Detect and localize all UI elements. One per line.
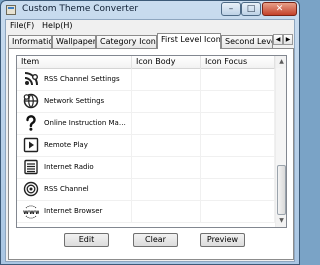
tab-first-level-icons[interactable]: First Level Icons (157, 33, 221, 49)
cell-icon-body[interactable] (132, 113, 201, 135)
cell-icon-body[interactable] (132, 69, 201, 91)
tab-category-icons[interactable]: Category Icons (96, 35, 157, 48)
cell-icon-body[interactable] (132, 201, 201, 223)
cell-icon-body[interactable] (132, 157, 201, 179)
cell-item: RSS Channel Settings (17, 69, 132, 91)
client-area: File(F) Help(H) Information Wallpaper Ca… (5, 19, 295, 262)
cell-icon-focus[interactable] (201, 179, 275, 201)
cell-icon-focus[interactable] (201, 201, 275, 223)
list-item[interactable]: www Internet Browser (17, 201, 275, 223)
cell-icon-body[interactable] (132, 135, 201, 157)
svg-text:www: www (23, 208, 39, 216)
cell-item: RSS Channel (17, 179, 132, 201)
list-item-label: RSS Channel Settings (44, 75, 120, 83)
cell-icon-focus[interactable] (201, 69, 275, 91)
vertical-scrollbar[interactable]: ▲ ▼ (275, 56, 286, 227)
list-item-label: Network Settings (44, 97, 105, 105)
scroll-thumb[interactable] (277, 165, 286, 215)
title-bar[interactable]: Custom Theme Converter – □ ✕ (1, 1, 299, 19)
list-item-label: Remote Play (44, 141, 88, 149)
menu-help[interactable]: Help(H) (42, 21, 73, 30)
app-window: Custom Theme Converter – □ ✕ File(F) Hel… (0, 0, 300, 265)
menu-file[interactable]: File(F) (10, 21, 34, 30)
cell-icon-focus[interactable] (201, 135, 275, 157)
close-button[interactable]: ✕ (262, 2, 297, 16)
internet-browser-icon: www (23, 205, 39, 219)
remote-play-icon (23, 137, 39, 153)
list-header: Item Icon Body Icon Focus (17, 56, 275, 69)
tab-scroll-right-button[interactable]: ▶ (283, 34, 293, 45)
list-item-label: Internet Browser (44, 207, 103, 215)
tab-strip: Information Wallpaper Category Icons Fir… (8, 33, 294, 49)
list-item[interactable]: Internet Radio (17, 157, 275, 179)
column-header-icon-focus[interactable]: Icon Focus (201, 56, 275, 69)
cell-icon-body[interactable] (132, 91, 201, 113)
edit-button[interactable]: Edit (64, 233, 109, 247)
scroll-down-button[interactable]: ▼ (276, 215, 286, 227)
list-item-label: Internet Radio (44, 163, 94, 171)
tab-second-level-icons[interactable]: Second Level Ic (221, 35, 273, 48)
list-item[interactable]: Network Settings (17, 91, 275, 113)
rss-channel-icon (23, 181, 39, 197)
tab-scroll-left-button[interactable]: ◀ (273, 34, 283, 45)
internet-radio-icon (24, 159, 38, 175)
cell-item: www Internet Browser (17, 201, 132, 223)
rss-settings-icon (24, 72, 38, 86)
list-item[interactable]: Remote Play (17, 135, 275, 157)
cell-icon-focus[interactable] (201, 91, 275, 113)
app-icon (6, 5, 16, 15)
tab-panel-first-level-icons: Item Icon Body Icon Focus RSS Channel Se… (8, 48, 294, 260)
tab-information[interactable]: Information (8, 35, 52, 48)
column-header-item[interactable]: Item (17, 56, 132, 69)
menu-bar: File(F) Help(H) (6, 20, 294, 33)
icon-list[interactable]: Item Icon Body Icon Focus RSS Channel Se… (16, 55, 287, 228)
list-item[interactable]: Online Instruction Manu... (17, 113, 275, 135)
cell-icon-body[interactable] (132, 179, 201, 201)
window-title: Custom Theme Converter (22, 4, 139, 14)
cell-item: Network Settings (17, 91, 132, 113)
column-header-icon-body[interactable]: Icon Body (132, 56, 201, 69)
minimize-button[interactable]: – (221, 2, 241, 16)
cell-item: Remote Play (17, 135, 132, 157)
list-item[interactable]: RSS Channel Settings (17, 69, 275, 91)
cell-item: Internet Radio (17, 157, 132, 179)
preview-button[interactable]: Preview (200, 233, 245, 247)
clear-button[interactable]: Clear (133, 233, 178, 247)
cell-item: Online Instruction Manu... (17, 113, 132, 135)
scroll-up-button[interactable]: ▲ (276, 56, 286, 68)
tab-wallpaper[interactable]: Wallpaper (52, 35, 96, 48)
cell-icon-focus[interactable] (201, 113, 275, 135)
list-item[interactable]: RSS Channel (17, 179, 275, 201)
list-item-label: Online Instruction Manu... (44, 119, 130, 127)
question-mark-icon (26, 115, 36, 131)
cell-icon-focus[interactable] (201, 157, 275, 179)
network-settings-icon (23, 93, 39, 109)
maximize-button[interactable]: □ (241, 2, 261, 16)
list-item-label: RSS Channel (44, 185, 89, 193)
